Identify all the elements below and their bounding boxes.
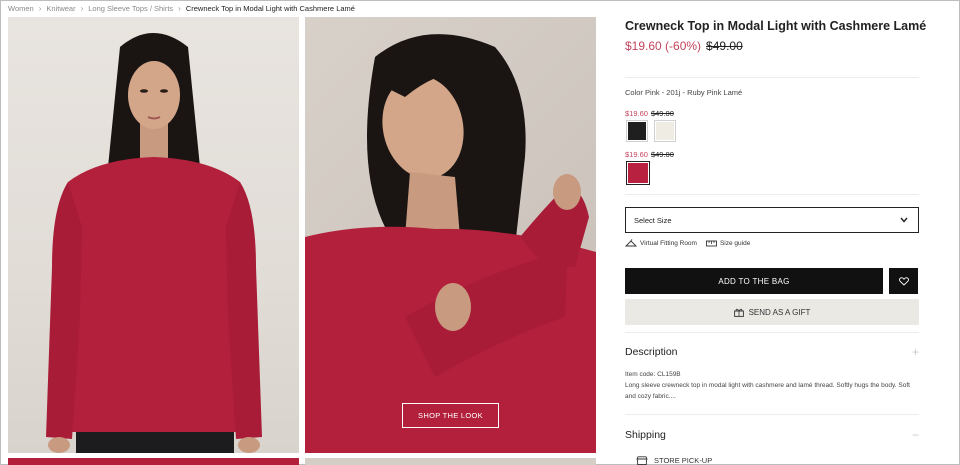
chevron-right-icon: › <box>38 3 42 13</box>
shop-the-look-button[interactable]: SHOP THE LOOK <box>402 403 499 428</box>
product-photo-4[interactable] <box>305 458 596 465</box>
swatch-price-sale: $19.60 <box>625 150 648 159</box>
chevron-down-icon <box>900 217 908 223</box>
description-accordion-header[interactable]: Description + <box>625 345 919 359</box>
swatch-price-sale: $19.60 <box>625 109 648 118</box>
color-selected-label: Color Pink - 201j - Ruby Pink Lamé <box>625 88 742 97</box>
store-pickup-option[interactable]: STORE PICK-UP <box>636 456 712 465</box>
breadcrumb-item-women[interactable]: Women <box>8 4 34 13</box>
product-title: Crewneck Top in Modal Light with Cashmer… <box>625 19 927 33</box>
swatch-fill <box>656 122 674 140</box>
virtual-fitting-room-link[interactable]: Virtual Fitting Room <box>625 239 697 248</box>
model-front-illustration <box>46 33 262 453</box>
divider <box>625 77 919 78</box>
minus-icon[interactable]: − <box>912 428 919 442</box>
color-swatch-ruby-pink[interactable] <box>626 161 650 185</box>
size-select[interactable]: Select Size <box>625 207 919 233</box>
swatch-group-price: $19.60 $49.00 <box>625 109 674 118</box>
swatch-price-original: $49.00 <box>650 150 674 159</box>
item-code: Item code: CL159B <box>625 371 681 378</box>
store-pickup-label: STORE PICK-UP <box>654 456 713 465</box>
price-original: $49.00 <box>706 39 743 53</box>
description-text: Long sleeve crewneck top in modal light … <box>625 382 910 400</box>
breadcrumb-item-long-sleeve[interactable]: Long Sleeve Tops / Shirts <box>88 4 173 13</box>
chevron-right-icon: › <box>178 3 181 13</box>
divider <box>625 194 919 195</box>
chevron-right-icon: › <box>80 3 84 13</box>
size-guide-link[interactable]: Size guide <box>706 239 750 248</box>
add-to-bag-button[interactable]: ADD TO THE BAG <box>625 268 883 294</box>
divider <box>625 332 919 333</box>
size-select-label: Select Size <box>634 215 672 225</box>
breadcrumb-current: Crewneck Top in Modal Light with Cashmer… <box>185 3 355 13</box>
hanger-icon <box>625 239 637 247</box>
send-as-gift-button[interactable]: SEND AS A GIFT <box>625 299 919 325</box>
breadcrumb: Women › Knitwear › Long Sleeve Tops / Sh… <box>8 2 355 14</box>
color-swatch-ivory[interactable] <box>654 120 676 142</box>
price: $19.60 (-60%) $49.00 <box>625 39 919 53</box>
ruler-icon <box>706 240 717 247</box>
wishlist-button[interactable] <box>889 268 918 294</box>
model-closeup-illustration <box>305 34 596 453</box>
send-as-gift-label: SEND AS A GIFT <box>748 307 811 317</box>
shipping-accordion-header[interactable]: Shipping − <box>625 428 919 442</box>
divider <box>625 414 919 415</box>
description-heading: Description <box>625 346 678 358</box>
virtual-fitting-room-label: Virtual Fitting Room <box>640 240 697 247</box>
size-links: Virtual Fitting Room Size guide <box>625 239 750 248</box>
swatch-group-price: $19.60 $49.00 <box>625 150 674 159</box>
product-photo-3[interactable] <box>8 458 299 465</box>
breadcrumb-item-knitwear[interactable]: Knitwear <box>46 4 75 13</box>
size-guide-label: Size guide <box>719 240 751 247</box>
product-photo-front[interactable] <box>8 17 299 453</box>
gift-icon <box>733 308 744 317</box>
swatch-price-original: $49.00 <box>650 109 674 118</box>
description-body: Item code: CL159B Long sleeve crewneck t… <box>625 369 915 402</box>
price-sale: $19.60 (-60%) <box>625 39 702 53</box>
swatch-fill <box>628 122 646 140</box>
plus-icon[interactable]: + <box>912 345 919 359</box>
store-icon <box>636 456 648 465</box>
product-photo-closeup[interactable] <box>305 17 596 453</box>
heart-icon <box>898 276 909 286</box>
shipping-heading: Shipping <box>625 429 666 441</box>
product-info: Crewneck Top in Modal Light with Cashmer… <box>625 18 927 53</box>
color-value: Pink - 201j - Ruby Pink Lamé <box>645 88 743 97</box>
swatch-fill <box>628 163 648 183</box>
color-label: Color <box>625 88 643 97</box>
color-swatch-black[interactable] <box>626 120 648 142</box>
